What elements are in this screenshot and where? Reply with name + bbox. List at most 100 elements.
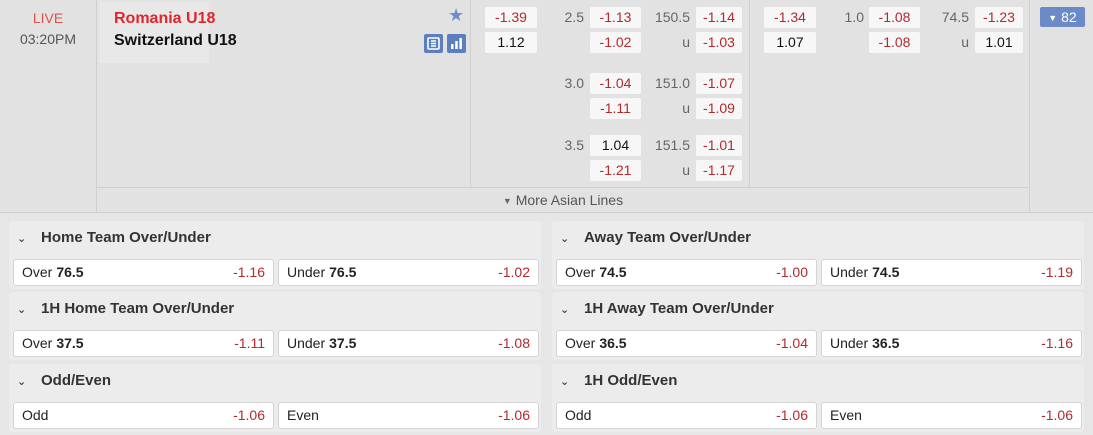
ft-total-under-odd[interactable]: -1.09 bbox=[696, 98, 742, 119]
chevron-down-icon: ⌄ bbox=[560, 376, 570, 388]
ft-handicap-line: 2.5 bbox=[564, 9, 584, 25]
selection-name: Under bbox=[830, 335, 869, 351]
match-status-column: LIVE 03:20PM bbox=[0, 0, 96, 213]
selection-label: Odd bbox=[22, 403, 48, 428]
triangle-down-icon: ▼ bbox=[502, 196, 512, 206]
ft-handicap-away-odd[interactable]: -1.21 bbox=[590, 160, 641, 181]
selection-over[interactable]: Over 37.5 -1.11 bbox=[13, 330, 274, 357]
ft-total-line: 151.5 bbox=[654, 137, 690, 153]
selection-even-outcome[interactable]: Even -1.06 bbox=[821, 402, 1082, 429]
market-title: 1H Away Team Over/Under bbox=[584, 300, 774, 317]
more-markets-button[interactable]: ▼ 82 bbox=[1040, 7, 1085, 27]
live-label: LIVE bbox=[32, 10, 64, 26]
ft-total-under-odd[interactable]: -1.17 bbox=[696, 160, 742, 181]
market-header[interactable]: ⌄ Away Team Over/Under bbox=[560, 228, 751, 248]
1h-handicap-home-odd[interactable]: -1.08 bbox=[869, 7, 920, 28]
chevron-down-icon: ⌄ bbox=[560, 233, 570, 245]
ft-moneyline-home-odd[interactable]: -1.39 bbox=[485, 7, 537, 28]
selection-odd-outcome[interactable]: Odd -1.06 bbox=[13, 402, 274, 429]
1h-moneyline-away-odd[interactable]: 1.07 bbox=[764, 32, 816, 53]
selection-odd: -1.02 bbox=[498, 264, 530, 280]
market-1h-home-team-over-under: ⌄ 1H Home Team Over/Under Over 37.5 -1.11 U… bbox=[9, 292, 541, 360]
1h-total-over-odd[interactable]: -1.23 bbox=[975, 7, 1023, 28]
selection-line: 76.5 bbox=[56, 264, 84, 280]
market-odd-even: ⌄ Odd/Even Odd -1.06 Even -1.06 bbox=[9, 364, 541, 432]
ft-handicap-line: 3.5 bbox=[564, 137, 584, 153]
ft-total-line: 150.5 bbox=[654, 9, 690, 25]
selection-label: Over 37.5 bbox=[22, 331, 84, 356]
1h-moneyline-home-odd[interactable]: -1.34 bbox=[764, 7, 816, 28]
market-away-team-over-under: ⌄ Away Team Over/Under Over 74.5 -1.00 Unde… bbox=[552, 221, 1084, 289]
1h-total-under-label: u bbox=[961, 34, 969, 50]
scoreboard-icon[interactable] bbox=[424, 34, 443, 53]
selection-line: 37.5 bbox=[56, 335, 84, 351]
selection-label: Under 74.5 bbox=[830, 260, 899, 285]
selection-over[interactable]: Over 36.5 -1.04 bbox=[556, 330, 817, 357]
ft-total-over-odd[interactable]: -1.14 bbox=[696, 7, 742, 28]
selection-odd: -1.06 bbox=[233, 407, 265, 423]
selection-name: Under bbox=[830, 264, 869, 280]
selection-odd: -1.11 bbox=[234, 335, 265, 351]
ft-total-over-odd[interactable]: -1.01 bbox=[696, 135, 742, 156]
1h-handicap-line: 1.0 bbox=[844, 9, 864, 25]
divider bbox=[96, 0, 97, 213]
ft-moneyline-away-odd[interactable]: 1.12 bbox=[485, 32, 537, 53]
market-1h-away-team-over-under: ⌄ 1H Away Team Over/Under Over 36.5 -1.04 U… bbox=[552, 292, 1084, 360]
selection-label: Even bbox=[830, 403, 862, 428]
market-header[interactable]: ⌄ 1H Odd/Even bbox=[560, 371, 677, 391]
triangle-down-icon: ▼ bbox=[1048, 13, 1058, 23]
1h-total-under-odd[interactable]: 1.01 bbox=[975, 32, 1023, 53]
selection-line: 36.5 bbox=[872, 335, 900, 351]
market-title: Away Team Over/Under bbox=[584, 229, 752, 246]
market-title: 1H Home Team Over/Under bbox=[41, 300, 235, 317]
ft-handicap-home-odd[interactable]: -1.13 bbox=[590, 7, 641, 28]
selection-under[interactable]: Under 37.5 -1.08 bbox=[278, 330, 539, 357]
ft-total-over-odd[interactable]: -1.07 bbox=[696, 73, 742, 94]
market-title: Home Team Over/Under bbox=[41, 229, 211, 246]
1h-handicap-away-odd[interactable]: -1.08 bbox=[869, 32, 920, 53]
selection-label: Over 36.5 bbox=[565, 331, 627, 356]
selection-label: Under 76.5 bbox=[287, 260, 356, 285]
match-row: LIVE 03:20PM Romania U18 Switzerland U18… bbox=[0, 0, 1093, 213]
1h-total-line: 74.5 bbox=[941, 9, 969, 25]
selection-under[interactable]: Under 36.5 -1.16 bbox=[821, 330, 1082, 357]
selection-odd-outcome[interactable]: Odd -1.06 bbox=[556, 402, 817, 429]
selection-under[interactable]: Under 76.5 -1.02 bbox=[278, 259, 539, 286]
selection-label: Under 36.5 bbox=[830, 331, 899, 356]
ft-total-under-odd[interactable]: -1.03 bbox=[696, 32, 742, 53]
ft-handicap-away-odd[interactable]: -1.02 bbox=[590, 32, 641, 53]
selection-odd: -1.08 bbox=[498, 335, 530, 351]
market-header[interactable]: ⌄ Odd/Even bbox=[17, 371, 111, 391]
ft-total-under-label: u bbox=[682, 34, 690, 50]
selection-over[interactable]: Over 74.5 -1.00 bbox=[556, 259, 817, 286]
selection-even-outcome[interactable]: Even -1.06 bbox=[278, 402, 539, 429]
selection-label: Over 74.5 bbox=[565, 260, 627, 285]
market-header[interactable]: ⌄ 1H Home Team Over/Under bbox=[17, 299, 234, 319]
selection-line: 76.5 bbox=[329, 264, 357, 280]
away-team-name[interactable]: Switzerland U18 bbox=[114, 32, 237, 50]
divider bbox=[470, 0, 471, 187]
more-asian-lines-label: More Asian Lines bbox=[515, 192, 624, 208]
divider bbox=[1029, 0, 1030, 213]
market-header[interactable]: ⌄ 1H Away Team Over/Under bbox=[560, 299, 774, 319]
selection-over[interactable]: Over 76.5 -1.16 bbox=[13, 259, 274, 286]
ft-handicap-away-odd[interactable]: -1.11 bbox=[590, 98, 641, 119]
selection-name: Odd bbox=[565, 407, 592, 423]
selection-under[interactable]: Under 74.5 -1.19 bbox=[821, 259, 1082, 286]
selection-odd: -1.06 bbox=[776, 407, 808, 423]
selection-odd: -1.00 bbox=[776, 264, 808, 280]
market-home-team-over-under: ⌄ Home Team Over/Under Over 76.5 -1.16 Unde… bbox=[9, 221, 541, 289]
selection-line: 74.5 bbox=[599, 264, 627, 280]
home-team-name[interactable]: Romania U18 bbox=[114, 10, 215, 28]
stats-icon[interactable] bbox=[447, 34, 466, 53]
ft-handicap-home-odd[interactable]: -1.04 bbox=[590, 73, 641, 94]
market-1h-odd-even: ⌄ 1H Odd/Even Odd -1.06 Even -1.06 bbox=[552, 364, 1084, 432]
market-header[interactable]: ⌄ Home Team Over/Under bbox=[17, 228, 211, 248]
chevron-down-icon: ⌄ bbox=[17, 304, 27, 316]
more-asian-lines-toggle[interactable]: ▼ More Asian Lines bbox=[97, 188, 1029, 213]
ft-handicap-home-odd[interactable]: 1.04 bbox=[590, 135, 641, 156]
market-title: 1H Odd/Even bbox=[584, 372, 678, 389]
star-icon[interactable]: ★ bbox=[448, 5, 464, 25]
selection-label: Over 76.5 bbox=[22, 260, 84, 285]
match-time: 03:20PM bbox=[19, 31, 77, 47]
